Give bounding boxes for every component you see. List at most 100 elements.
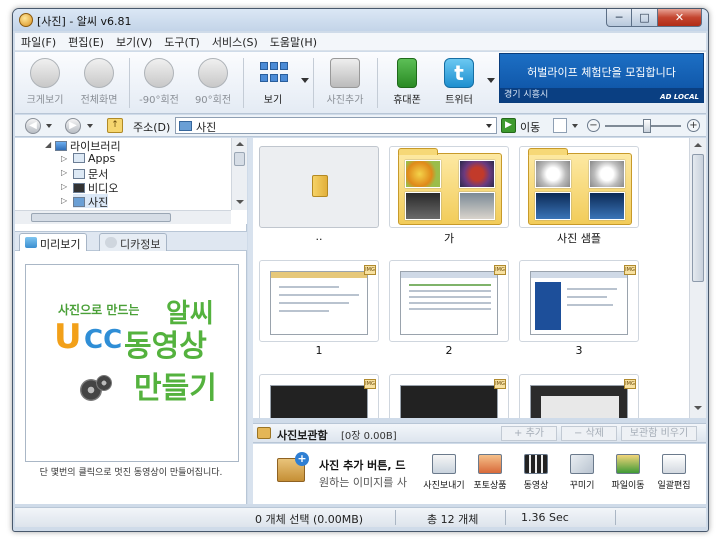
man-photo-thumbnail: [459, 192, 495, 220]
address-dropdown-icon[interactable]: [486, 124, 492, 128]
title-bar[interactable]: [사진] - 알씨 v6.81 ─ □ ✕: [13, 9, 708, 31]
scroll-up-icon[interactable]: [694, 143, 702, 147]
scroll-down-icon[interactable]: [694, 406, 702, 410]
thumbnail-label: 2: [445, 344, 453, 357]
menu-tools[interactable]: 도구(T): [158, 34, 206, 50]
thumbnail-folder-ga[interactable]: 가: [389, 146, 509, 246]
thumbnail-image-2[interactable]: IMG 2: [389, 260, 509, 360]
thumbnail-image-6[interactable]: IMG: [519, 374, 639, 418]
video-button[interactable]: 동영상: [513, 454, 559, 491]
tree-item-apps[interactable]: Apps: [73, 152, 115, 166]
zoom-in-button[interactable]: +: [687, 119, 700, 132]
view-dropdown-arrow-icon[interactable]: [301, 78, 309, 83]
expand-arrow-icon[interactable]: ▷: [61, 154, 67, 163]
address-value: 사진: [196, 121, 217, 134]
dark-photo-thumbnail: [400, 385, 498, 418]
zoom-out-button[interactable]: −: [587, 119, 600, 132]
tab-preview[interactable]: 미리보기: [19, 233, 88, 251]
address-bar: ◀ ▶ ↑ 주소(D) 사진 ▶ 이동 − +: [15, 115, 706, 137]
menu-edit[interactable]: 편집(E): [62, 34, 110, 50]
menu-file[interactable]: 파일(F): [15, 34, 62, 50]
thumbnail-frame: IMG: [519, 374, 639, 418]
thumbnail-parent-folder[interactable]: ..: [259, 146, 379, 246]
photobox-delete-button[interactable]: − 삭제: [561, 426, 617, 441]
thumbnail-frame: IMG: [259, 260, 379, 342]
list-options-icon[interactable]: [553, 118, 567, 133]
up-folder-icon[interactable]: ↑: [107, 118, 123, 133]
menu-view[interactable]: 보기(V): [110, 34, 158, 50]
rotate-left-label: -90°회전: [139, 95, 179, 106]
batch-edit-button[interactable]: 일괄편집: [651, 454, 697, 491]
add-photo-button[interactable]: 사진추가: [319, 56, 371, 110]
forward-button[interactable]: ▶: [65, 118, 81, 134]
ucc-make-text: 만들기: [134, 371, 217, 406]
scroll-down-icon[interactable]: [236, 200, 244, 204]
minimize-button[interactable]: ─: [606, 9, 632, 27]
back-button[interactable]: ◀: [25, 118, 41, 134]
thumbnail-image-4[interactable]: IMG: [259, 374, 379, 418]
brush-icon: [570, 454, 594, 474]
ad-banner[interactable]: 허벌라이프 체험단을 모집합니다 경기 시흥시 AD LOCAL: [499, 53, 704, 103]
ad-headline: 허벌라이프 체험단을 모집합니다: [527, 66, 676, 79]
thumbnail-image-5[interactable]: IMG: [389, 374, 509, 418]
thumbnail-image-1[interactable]: IMG 1: [259, 260, 379, 360]
send-photo-button[interactable]: 사진보내기: [421, 454, 467, 491]
lemon-photo-thumbnail: [405, 160, 441, 188]
scroll-up-icon[interactable]: [236, 142, 244, 146]
thumbnail-scroll-thumb[interactable]: [692, 154, 704, 282]
expand-arrow-icon[interactable]: ▷: [61, 196, 67, 205]
fullscreen-button[interactable]: 전체화면: [73, 56, 125, 110]
photobox-icon: [257, 427, 271, 439]
window-title: [사진] - 알씨 v6.81: [37, 15, 132, 28]
tree-hscroll-thumb[interactable]: [31, 213, 171, 222]
decorate-button[interactable]: 꾸미기: [559, 454, 605, 491]
mobile-button[interactable]: 휴대폰: [381, 56, 433, 110]
sample-photo-thumbnail: [535, 160, 571, 188]
forward-dropdown-icon[interactable]: [87, 124, 93, 128]
rotate-left-button[interactable]: -90°회전: [133, 56, 185, 110]
thumbnail-image-3[interactable]: IMG 3: [519, 260, 639, 360]
tab-camera-info[interactable]: 디카정보: [99, 233, 168, 251]
menu-help[interactable]: 도움말(H): [264, 34, 323, 50]
tree-item-label: Apps: [88, 152, 116, 165]
image-badge-icon: IMG: [364, 265, 376, 275]
tree-item-documents[interactable]: 문서: [73, 166, 108, 181]
menu-services[interactable]: 서비스(S): [206, 34, 264, 50]
address-input[interactable]: 사진: [175, 117, 497, 134]
tree-vertical-scrollbar[interactable]: [231, 138, 247, 210]
thumbnail-size-slider-thumb[interactable]: [643, 119, 651, 133]
photobox-empty-button[interactable]: 보관함 비우기: [621, 426, 697, 441]
thumbnail-vertical-scrollbar[interactable]: [689, 138, 706, 418]
tree-item-videos[interactable]: 비디오: [73, 180, 118, 195]
photo-goods-icon: [478, 454, 502, 474]
picture-icon: [25, 237, 37, 248]
view-button[interactable]: 보기: [247, 56, 299, 110]
close-button[interactable]: ✕: [658, 9, 702, 27]
twitter-button[interactable]: t 트위터: [433, 56, 485, 110]
fullscreen-label: 전체화면: [80, 95, 118, 106]
thumbnail-label: 가: [443, 232, 455, 245]
tree-item-library[interactable]: 라이브러리: [55, 138, 121, 153]
photo-goods-button[interactable]: 포토상품: [467, 454, 513, 491]
zoom-view-button[interactable]: 크게보기: [19, 56, 71, 110]
maximize-button[interactable]: □: [632, 9, 658, 27]
alsee-app-icon: [19, 13, 33, 27]
expand-arrow-icon[interactable]: ▷: [61, 168, 67, 177]
photobox-add-button[interactable]: + 추가: [501, 426, 557, 441]
sample-photo-thumbnail: [535, 192, 571, 220]
back-dropdown-icon[interactable]: [46, 124, 52, 128]
tree-horizontal-scrollbar[interactable]: [15, 210, 231, 224]
collapse-arrow-icon[interactable]: ◢: [45, 140, 51, 149]
tree-scroll-thumb[interactable]: [234, 152, 245, 166]
go-button[interactable]: ▶ 이동: [501, 118, 551, 134]
move-file-button[interactable]: 파일이동: [605, 454, 651, 491]
expand-arrow-icon[interactable]: ▷: [61, 182, 67, 191]
thumbnail-folder-samples[interactable]: 사진 샘플: [519, 146, 639, 246]
tree-item-pictures[interactable]: 사진: [73, 194, 109, 209]
tab-preview-label: 미리보기: [40, 238, 81, 251]
rotate-right-button[interactable]: 90°회전: [187, 56, 239, 110]
move-file-label: 파일이동: [611, 481, 645, 491]
twitter-dropdown-arrow-icon[interactable]: [487, 78, 495, 83]
address-label: 주소(D): [133, 121, 171, 134]
list-options-dropdown-icon[interactable]: [572, 124, 578, 128]
